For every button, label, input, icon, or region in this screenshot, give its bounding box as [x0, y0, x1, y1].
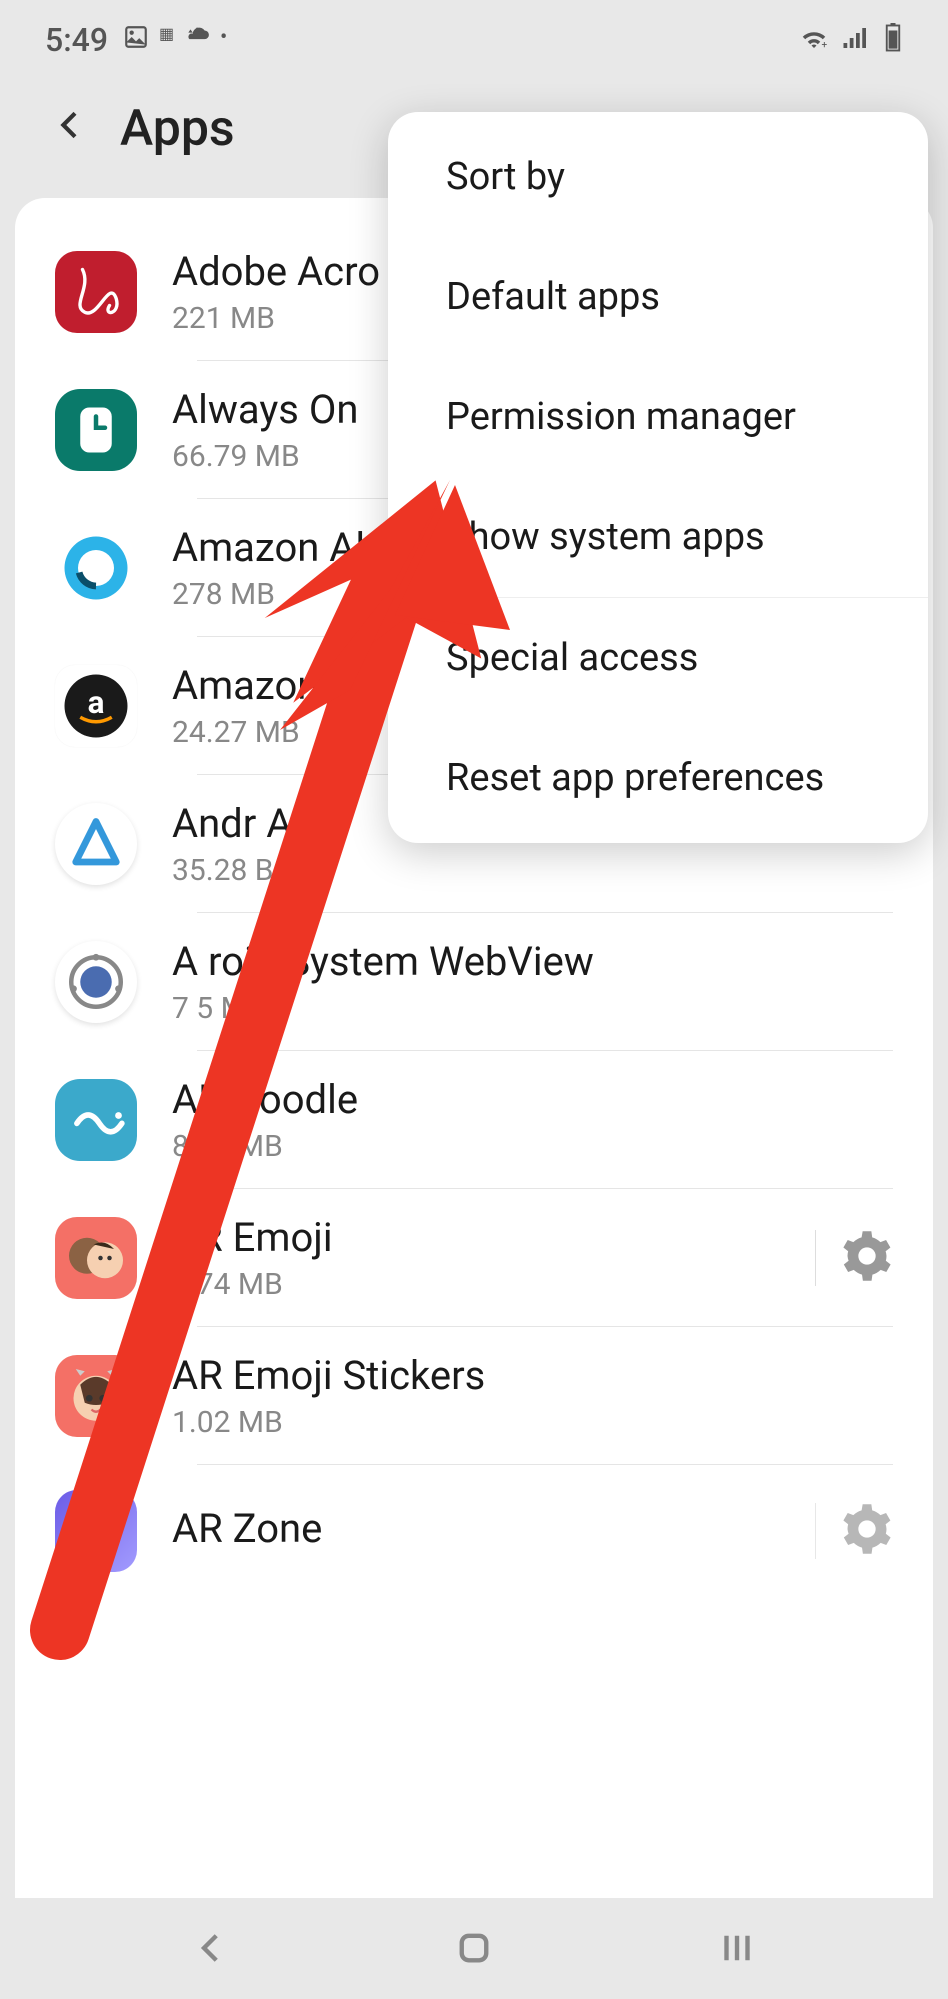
status-bar: 5:49 ▦ • +: [0, 0, 948, 80]
app-name-label: AR Emoji: [172, 1214, 780, 1261]
nav-home-button[interactable]: [453, 1927, 495, 1972]
app-name-label: AR Emoji Stickers: [172, 1352, 893, 1399]
page-title: Apps: [120, 100, 235, 158]
ar-emoji-stickers-icon: [55, 1355, 137, 1437]
ar-doodle-icon: [55, 1079, 137, 1161]
app-item-android-webview[interactable]: A roid System WebView 7 5 MB: [15, 913, 933, 1051]
app-size-label: 7 5 MB: [172, 991, 893, 1026]
menu-show-system-apps[interactable]: Show system apps: [388, 477, 928, 597]
app-settings-button[interactable]: [815, 1503, 893, 1559]
svg-text:+: +: [822, 40, 828, 51]
svg-text:a: a: [88, 684, 105, 721]
ar-zone-icon: AD: [55, 1490, 137, 1572]
navigation-bar: [0, 1899, 948, 1999]
app-item-ar-emoji[interactable]: AR Emoji 1.74 MB: [15, 1189, 933, 1327]
ar-emoji-icon: [55, 1217, 137, 1299]
app-item-ar-zone[interactable]: AD AR Zone: [15, 1465, 933, 1572]
app-name-label: A roid System WebView: [172, 938, 893, 985]
app-name-label: AR Doodle: [172, 1076, 893, 1123]
options-menu: Sort by Default apps Permission manager …: [388, 112, 928, 843]
status-time: 5:49: [45, 21, 108, 59]
menu-sort-by[interactable]: Sort by: [388, 117, 928, 237]
adobe-acrobat-icon: [55, 251, 137, 333]
menu-permission-manager[interactable]: Permission manager: [388, 357, 928, 477]
alexa-icon: [55, 527, 137, 609]
signal-icon: [841, 23, 871, 57]
always-on-icon: [55, 389, 137, 471]
app-item-ar-doodle[interactable]: AR Doodle 8.53 MB: [15, 1051, 933, 1189]
image-icon: [123, 24, 149, 56]
app-size-label: 1.02 MB: [172, 1405, 893, 1440]
app-size-label: 1.74 MB: [172, 1267, 780, 1302]
weather-icon: [184, 24, 210, 56]
nav-back-button[interactable]: [190, 1927, 232, 1972]
android-auto-icon: [55, 803, 137, 885]
battery-icon: [883, 23, 903, 57]
app-size-label: 35.28 B: [172, 853, 893, 888]
amazon-icon: a: [55, 665, 137, 747]
notification-icon: ▦: [159, 24, 174, 56]
app-name-label: AR Zone: [172, 1505, 780, 1552]
nav-recents-button[interactable]: [716, 1927, 758, 1972]
menu-special-access[interactable]: Special access: [388, 597, 928, 718]
wifi-icon: +: [799, 23, 829, 57]
app-item-ar-emoji-stickers[interactable]: AR Emoji Stickers 1.02 MB: [15, 1327, 933, 1465]
app-settings-button[interactable]: [815, 1230, 893, 1286]
more-notifications-icon: •: [220, 24, 227, 56]
app-size-label: 8.53 MB: [172, 1129, 893, 1164]
back-button[interactable]: [50, 102, 90, 157]
menu-default-apps[interactable]: Default apps: [388, 237, 928, 357]
webview-icon: [55, 941, 137, 1023]
menu-reset-app-preferences[interactable]: Reset app preferences: [388, 718, 928, 838]
